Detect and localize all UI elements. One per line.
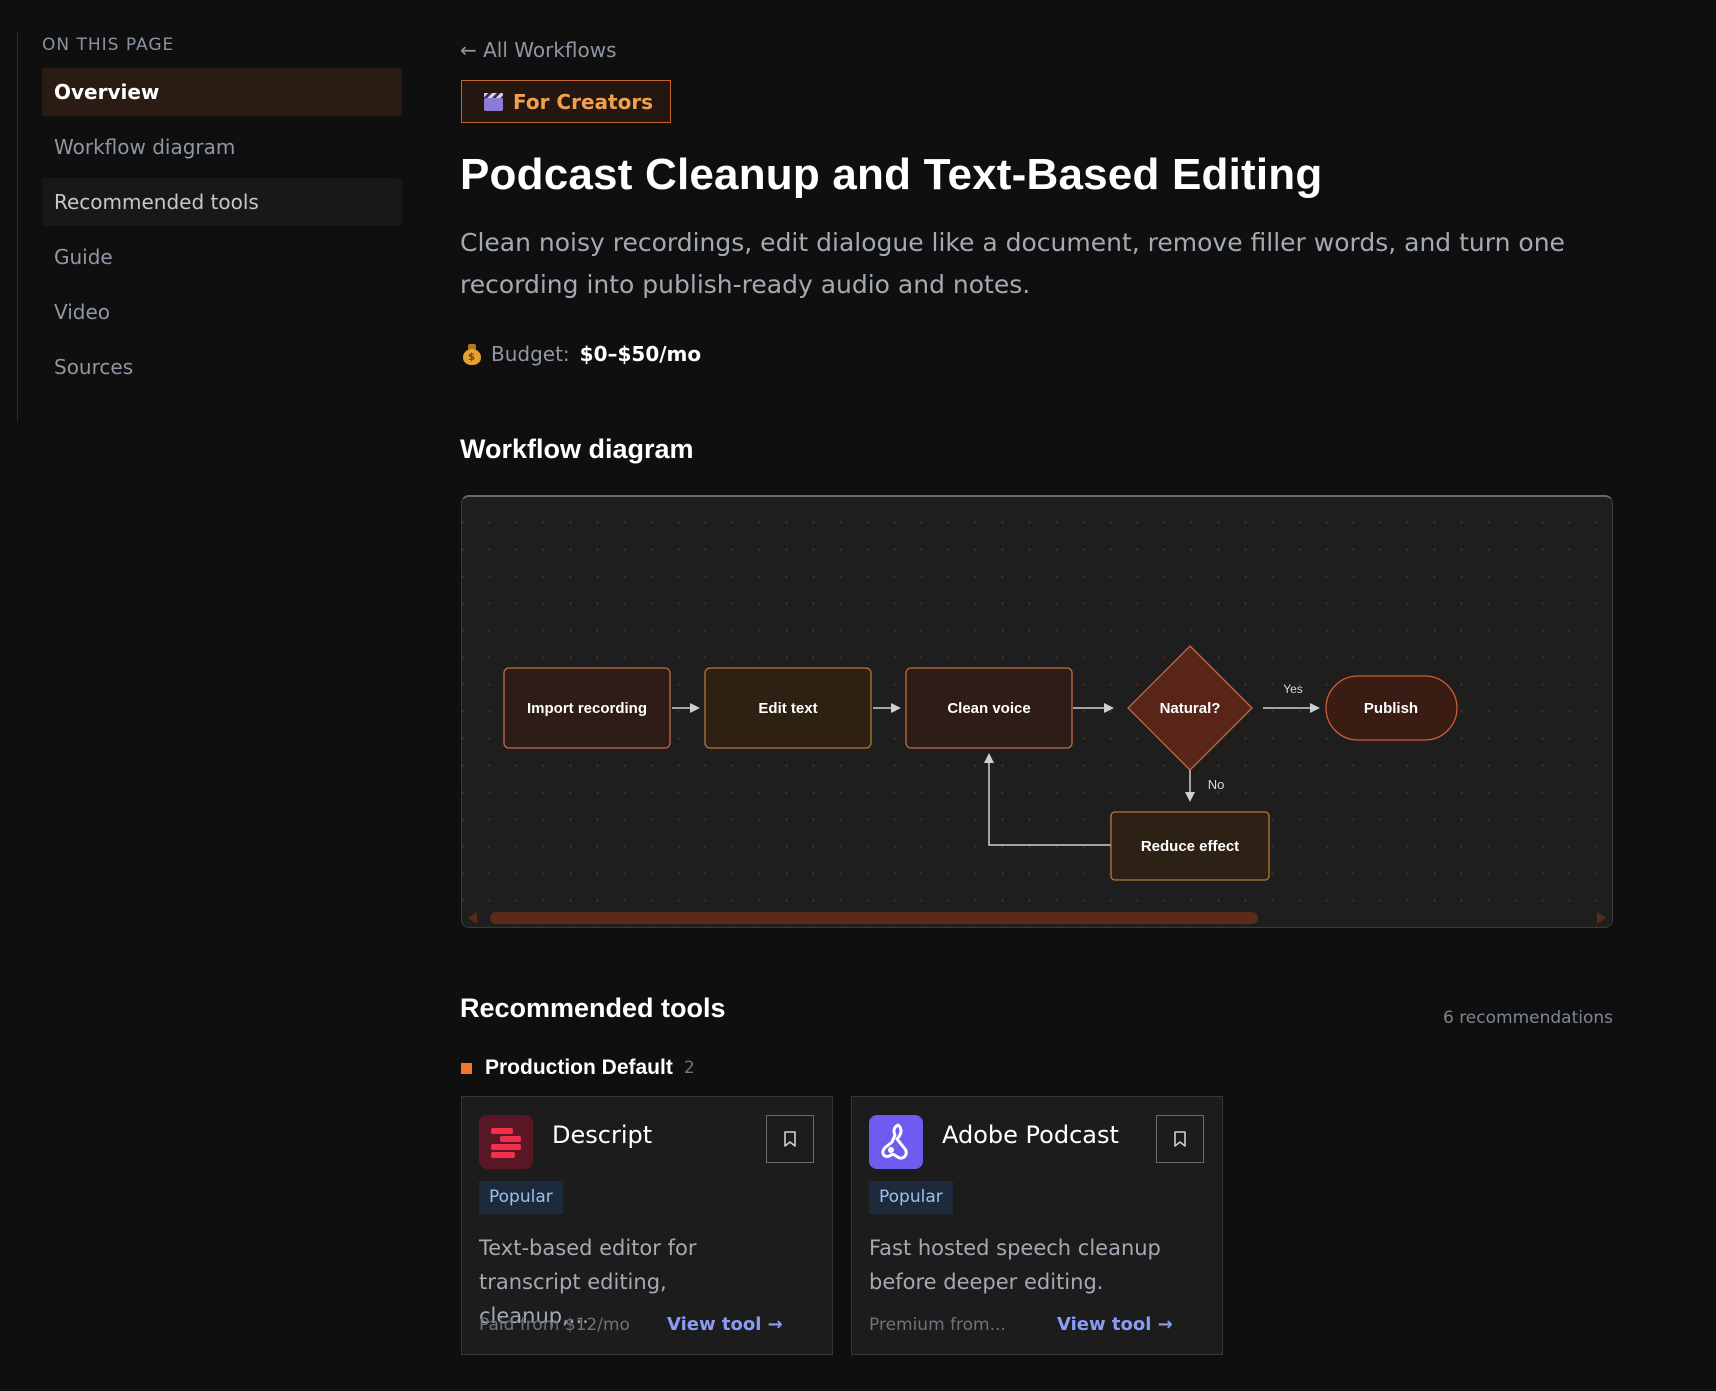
view-tool-link[interactable]: View tool →: [667, 1314, 783, 1335]
node-natural-label: Natural?: [1160, 700, 1221, 717]
tool-name: Descript: [552, 1121, 653, 1149]
table-of-contents: ON THIS PAGE Overview Workflow diagram R…: [17, 32, 403, 421]
bookmark-icon: [784, 1131, 796, 1147]
toc-item-recommended-tools[interactable]: Recommended tools: [42, 178, 402, 226]
node-reduce-label: Reduce effect: [1141, 838, 1239, 855]
scrollbar-thumb[interactable]: [490, 912, 1258, 924]
group-count: 2: [683, 1058, 695, 1078]
workflow-diagram-heading: Workflow diagram: [460, 434, 694, 464]
adobe-podcast-logo-icon: [869, 1115, 923, 1169]
recommendations-count: 6 recommendations: [1442, 1008, 1613, 1028]
budget-info: $ Budget: $0–$50/mo: [463, 342, 701, 366]
category-badge[interactable]: For Creators: [461, 80, 672, 123]
node-publish-label: Publish: [1364, 700, 1418, 717]
budget-value: $0–$50/mo: [579, 342, 702, 366]
node-edit-text: Edit text: [704, 667, 872, 749]
clapperboard-icon: [484, 93, 503, 111]
toc-item-workflow-diagram[interactable]: Workflow diagram: [42, 123, 402, 171]
node-clean-label: Clean voice: [947, 700, 1030, 717]
toc-item-sources[interactable]: Sources: [42, 343, 402, 391]
group-header-production-default: Production Default 2: [461, 1056, 695, 1080]
bookmark-button[interactable]: [766, 1115, 814, 1163]
tool-price: Paid from $12/mo: [479, 1315, 630, 1335]
category-label: For Creators: [513, 89, 654, 114]
edge-label-no: No: [1208, 777, 1225, 792]
node-import-recording: Import recording: [503, 667, 671, 749]
scroll-left-arrow-icon[interactable]: [468, 912, 477, 924]
tool-name: Adobe Podcast: [942, 1121, 1119, 1149]
tool-description: Fast hosted speech cleanup before deeper…: [869, 1236, 1161, 1294]
toc-item-guide[interactable]: Guide: [42, 233, 402, 281]
page-title: Podcast Cleanup and Text-Based Editing: [460, 150, 1323, 199]
bookmark-button[interactable]: [1156, 1115, 1204, 1163]
view-tool-link[interactable]: View tool →: [1057, 1314, 1173, 1335]
back-to-workflows-link[interactable]: ← All Workflows: [460, 38, 617, 62]
node-clean-voice: Clean voice: [905, 667, 1073, 749]
group-title: Production Default: [485, 1056, 673, 1079]
tool-tag-popular: Popular: [869, 1181, 953, 1214]
diagram-horizontal-scrollbar[interactable]: [462, 907, 1612, 927]
node-import-label: Import recording: [527, 700, 647, 717]
tool-price: Premium from...: [869, 1315, 1006, 1335]
node-reduce-effect: Reduce effect: [1110, 811, 1270, 881]
edge-label-yes: Yes: [1283, 682, 1303, 696]
node-publish: Publish: [1325, 675, 1458, 741]
group-marker-square-icon: [461, 1062, 472, 1074]
toc-heading: ON THIS PAGE: [42, 35, 175, 55]
recommended-tools-heading: Recommended tools: [460, 993, 726, 1023]
descript-logo-icon: [479, 1115, 533, 1169]
scroll-right-arrow-icon[interactable]: [1597, 912, 1606, 924]
tool-card-descript[interactable]: Descript Popular Text-based editor for t…: [461, 1096, 833, 1355]
workflow-diagram: Import recording Edit text Clean voice N…: [461, 495, 1613, 928]
toc-item-video[interactable]: Video: [42, 288, 402, 336]
budget-label: Budget:: [491, 342, 570, 366]
page-description: Clean noisy recordings, edit dialogue li…: [460, 228, 1565, 299]
node-edit-label: Edit text: [758, 700, 817, 717]
bookmark-icon: [1174, 1131, 1186, 1147]
money-bag-icon: $: [463, 343, 481, 365]
tool-card-adobe-podcast[interactable]: Adobe Podcast Popular Fast hosted speech…: [851, 1096, 1223, 1355]
node-natural-decision: Natural?: [1127, 645, 1253, 771]
toc-item-overview[interactable]: Overview: [42, 68, 402, 116]
edge-reduce-clean: [984, 753, 1111, 846]
workflow-diagram-canvas: Import recording Edit text Clean voice N…: [503, 645, 1458, 881]
tool-tag-popular: Popular: [479, 1181, 563, 1214]
